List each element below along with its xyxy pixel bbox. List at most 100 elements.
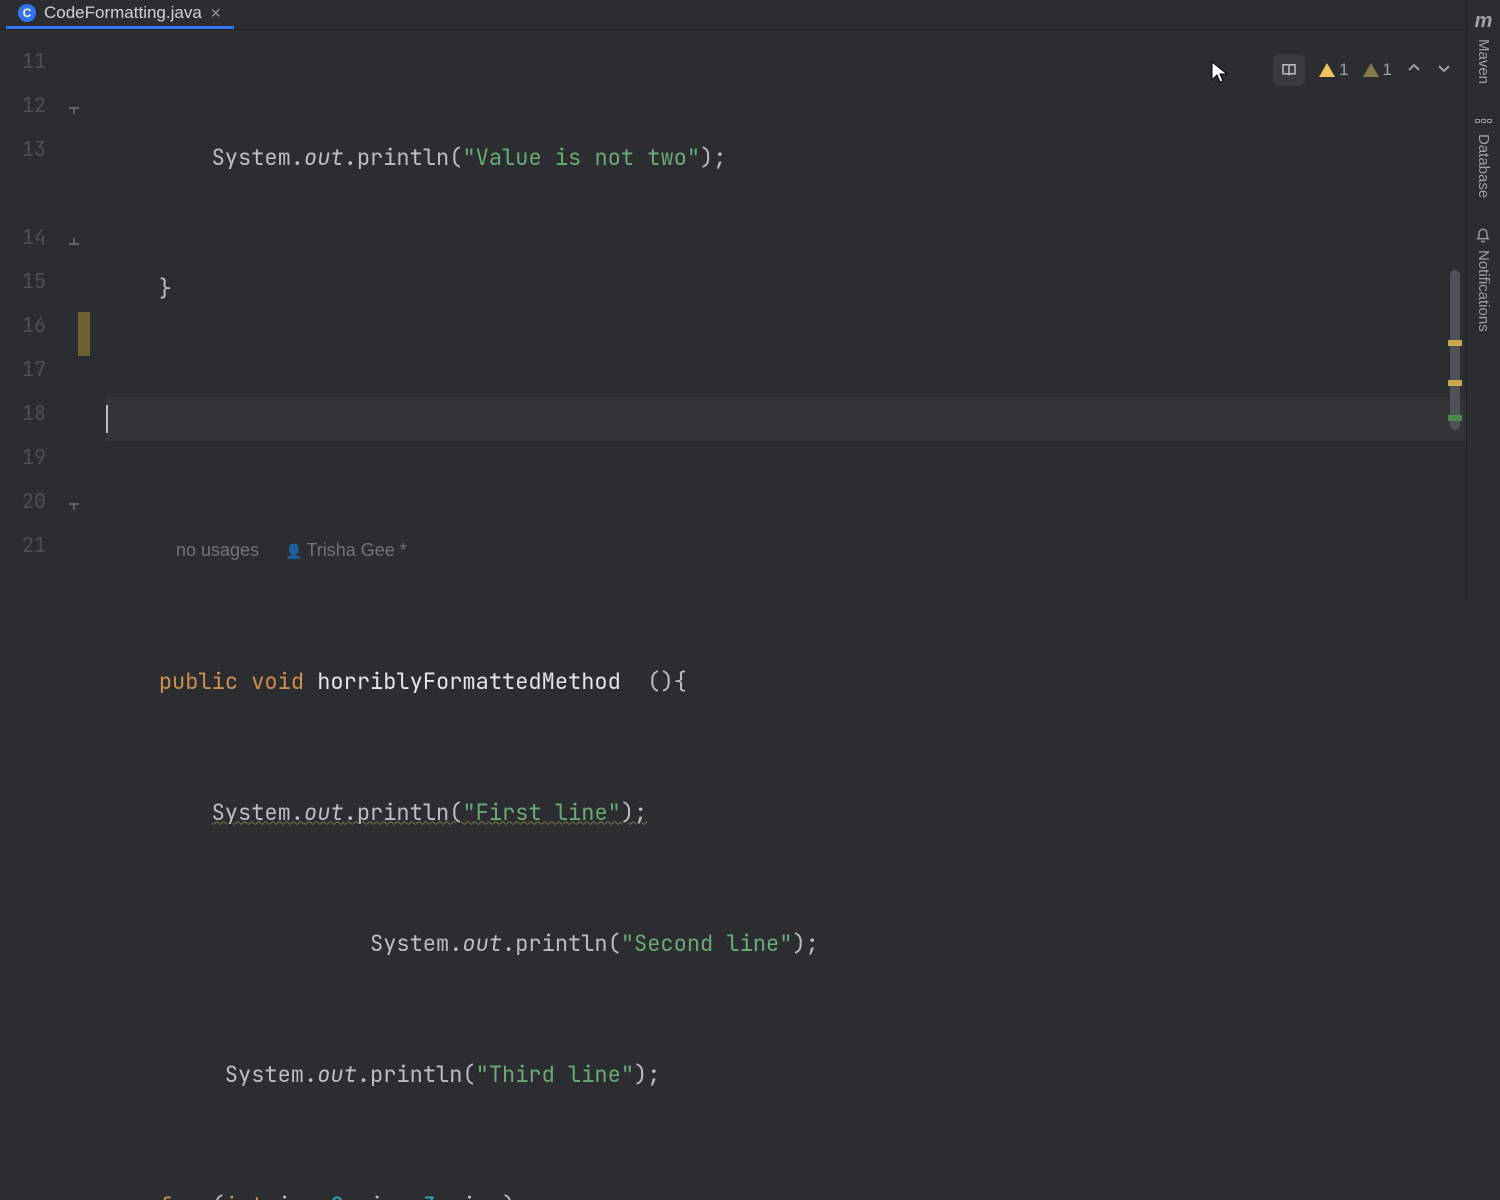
warning-icon bbox=[1319, 63, 1335, 77]
editor-main: 11 12 13 14 15 16 17 18 19 20 21 bbox=[0, 30, 1500, 1200]
line-number-text: 12 bbox=[22, 92, 46, 118]
java-class-icon: C bbox=[18, 4, 36, 22]
line-number[interactable]: 11 bbox=[0, 48, 90, 92]
maven-icon: m bbox=[1475, 10, 1493, 33]
code-text: System. bbox=[106, 1060, 317, 1089]
code-punct: ); bbox=[700, 143, 726, 172]
vcs-change-marker[interactable] bbox=[78, 312, 90, 356]
code-text: System. bbox=[212, 798, 304, 827]
scrollbar-thumb[interactable] bbox=[1450, 270, 1460, 430]
tab-codeformatting[interactable]: C CodeFormatting.java ✕ bbox=[6, 0, 234, 29]
code-keyword: void bbox=[251, 667, 317, 696]
code-punct: (){ bbox=[621, 667, 687, 696]
code-text: .println( bbox=[344, 798, 463, 827]
code-punct: ); bbox=[634, 1060, 660, 1089]
code-punct: ); bbox=[792, 929, 818, 958]
line-number[interactable]: 21 bbox=[0, 532, 90, 576]
fold-end-icon[interactable] bbox=[64, 494, 82, 512]
method-name: horriblyFormattedMethod bbox=[317, 667, 621, 696]
line-number-text: 20 bbox=[22, 488, 46, 514]
line-number[interactable]: 17 bbox=[0, 356, 90, 400]
weak-warning-icon bbox=[1363, 63, 1379, 77]
rail-label: Notifications bbox=[1475, 250, 1492, 332]
code-punct: ); bbox=[621, 798, 647, 827]
code-field: out bbox=[462, 929, 502, 958]
code-line[interactable]: System.out.println("First line"); bbox=[106, 790, 1500, 834]
prev-highlight-icon[interactable] bbox=[1406, 60, 1422, 81]
code-keyword: int bbox=[225, 1191, 278, 1200]
line-number-text: 16 bbox=[22, 312, 46, 338]
fold-end-icon[interactable] bbox=[64, 98, 82, 116]
usages-hint[interactable]: no usages bbox=[176, 540, 259, 561]
code-keyword: for bbox=[159, 1191, 212, 1200]
code-string: "Third line" bbox=[476, 1060, 634, 1089]
rail-label: Maven bbox=[1475, 39, 1492, 84]
line-number[interactable]: 14 bbox=[0, 224, 90, 268]
gutter: 11 12 13 14 15 16 17 18 19 20 21 bbox=[0, 30, 90, 1200]
tab-filename: CodeFormatting.java bbox=[44, 3, 202, 23]
database-tool-button[interactable]: Database bbox=[1475, 114, 1492, 198]
warning-marker[interactable] bbox=[1448, 340, 1462, 346]
code-keyword: public bbox=[159, 667, 251, 696]
code-line[interactable]: System.out.println("Value is not two"); bbox=[106, 135, 1500, 179]
code-text: .println( bbox=[502, 929, 621, 958]
error-stripe[interactable] bbox=[1448, 80, 1462, 1200]
code-text: .println( bbox=[357, 1060, 476, 1089]
database-icon bbox=[1476, 114, 1492, 128]
reader-mode-icon[interactable] bbox=[1273, 54, 1305, 86]
code-text: } bbox=[106, 274, 172, 303]
close-tab-icon[interactable]: ✕ bbox=[210, 5, 222, 22]
right-tool-rail: m Maven Database Notifications bbox=[1466, 0, 1500, 600]
code-var: i bbox=[462, 1191, 475, 1200]
weak-warning-count-text: 1 bbox=[1383, 60, 1392, 80]
code-punct: ++) bbox=[476, 1191, 516, 1200]
code-line-current[interactable] bbox=[106, 397, 1500, 441]
code-punct: ; bbox=[344, 1191, 370, 1200]
line-number-text: 14 bbox=[22, 224, 46, 250]
code-number: 3 bbox=[423, 1191, 436, 1200]
maven-tool-button[interactable]: m Maven bbox=[1475, 10, 1493, 84]
code-line[interactable]: for (int i = 0; i < 3; i++) bbox=[106, 1183, 1500, 1200]
code-text: .println( bbox=[344, 143, 463, 172]
code-text: System. bbox=[106, 143, 304, 172]
code-punct: = bbox=[291, 1191, 331, 1200]
inspections-widget: 1 1 bbox=[1273, 54, 1452, 86]
code-editor[interactable]: System.out.println("Value is not two"); … bbox=[90, 30, 1500, 1200]
code-field: out bbox=[317, 1060, 357, 1089]
line-number[interactable]: 16 bbox=[0, 312, 90, 356]
hint-marker[interactable] bbox=[1448, 415, 1462, 421]
rail-label: Database bbox=[1475, 134, 1492, 198]
code-punct: < bbox=[383, 1191, 423, 1200]
code-punct: ( bbox=[212, 1191, 225, 1200]
author-hint[interactable]: Trisha Gee * bbox=[285, 540, 407, 561]
inlay-hints[interactable]: no usages Trisha Gee * bbox=[106, 528, 1500, 572]
line-number[interactable]: 13 bbox=[0, 136, 90, 180]
editor-tab-bar: C CodeFormatting.java ✕ ⋮ bbox=[0, 0, 1500, 30]
code-field: out bbox=[304, 798, 344, 827]
code-var: i bbox=[278, 1191, 291, 1200]
warnings-count[interactable]: 1 bbox=[1319, 60, 1348, 80]
bell-icon bbox=[1475, 228, 1492, 244]
code-line[interactable]: public void horriblyFormattedMethod (){ bbox=[106, 659, 1500, 703]
text-caret bbox=[106, 405, 108, 433]
code-number: 0 bbox=[330, 1191, 343, 1200]
line-number[interactable]: 20 bbox=[0, 488, 90, 532]
next-highlight-icon[interactable] bbox=[1436, 60, 1452, 81]
code-string: "First line" bbox=[462, 798, 620, 827]
code-line[interactable]: } bbox=[106, 266, 1500, 310]
warning-marker[interactable] bbox=[1448, 380, 1462, 386]
line-number[interactable]: 12 bbox=[0, 92, 90, 136]
line-number[interactable]: 18 bbox=[0, 400, 90, 444]
code-text bbox=[106, 1191, 159, 1200]
code-punct: ; bbox=[436, 1191, 462, 1200]
line-number[interactable]: 19 bbox=[0, 444, 90, 488]
code-line[interactable]: System.out.println("Third line"); bbox=[106, 1052, 1500, 1096]
weak-warnings-count[interactable]: 1 bbox=[1363, 60, 1392, 80]
code-line[interactable]: System.out.println("Second line"); bbox=[106, 921, 1500, 965]
code-var: i bbox=[370, 1191, 383, 1200]
warning-count-text: 1 bbox=[1339, 60, 1348, 80]
code-field: out bbox=[304, 143, 344, 172]
fold-start-icon[interactable] bbox=[64, 230, 82, 248]
notifications-tool-button[interactable]: Notifications bbox=[1475, 228, 1492, 332]
line-number[interactable]: 15 bbox=[0, 268, 90, 312]
